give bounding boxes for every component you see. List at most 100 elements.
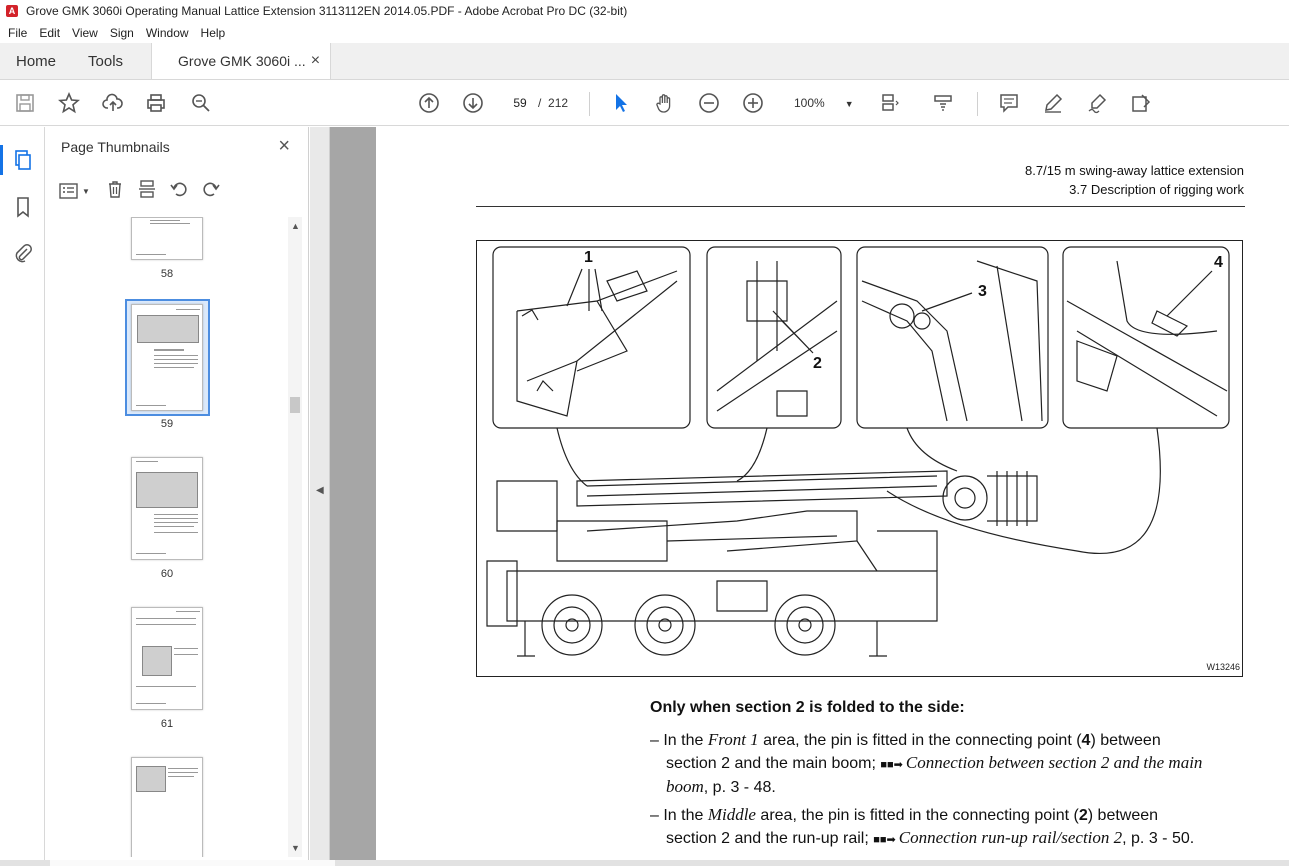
tab-tools[interactable]: Tools <box>72 43 139 79</box>
text-run: ) between <box>1087 807 1159 824</box>
menu-file[interactable]: File <box>2 26 33 40</box>
tab-home[interactable]: Home <box>0 43 72 79</box>
text-run: ) between <box>1090 732 1161 749</box>
page-thumbnails-panel: Page Thumbnails × ▼ 58 59 60 61 ▲ ▼ <box>45 127 309 866</box>
active-indicator <box>0 145 3 175</box>
zoom-search-icon[interactable] <box>188 90 214 116</box>
title-bar: A Grove GMK 3060i Operating Manual Latti… <box>0 0 1289 22</box>
page-header-section: 3.7 Description of rigging work <box>1069 182 1244 197</box>
print-icon[interactable] <box>143 90 169 116</box>
thumbnail-tools: ▼ <box>59 179 221 203</box>
left-navigation-rail <box>0 127 45 866</box>
thumbnail-page-60[interactable] <box>131 457 203 560</box>
callout-3: 3 <box>978 283 987 300</box>
list-item-middle: – In the Middle area, the pin is fitted … <box>650 804 1194 851</box>
cross-reference-link[interactable]: Connection run-up rail/section 2 <box>899 828 1122 847</box>
thumbnail-label: 59 <box>160 418 174 430</box>
menu-sign[interactable]: Sign <box>104 26 140 40</box>
fit-page-icon[interactable] <box>876 90 902 116</box>
thumbnail-label: 58 <box>160 268 174 280</box>
toolbar-divider <box>589 92 590 116</box>
pdf-page: 8.7/15 m swing-away lattice extension 3.… <box>376 127 1289 860</box>
page-reference: , p. 3 - 50. <box>1122 830 1195 847</box>
menu-bar: File Edit View Sign Window Help <box>0 22 1289 43</box>
link-arrow-icon: ■■➡ <box>880 759 906 771</box>
point-number: 2 <box>1078 807 1088 824</box>
hand-tool-icon[interactable] <box>652 90 678 116</box>
save-icon[interactable] <box>12 90 38 116</box>
cross-reference-link[interactable]: Connection between section 2 and the mai… <box>906 753 1203 772</box>
link-arrow-icon: ■■➡ <box>873 834 899 846</box>
acrobat-app-icon: A <box>6 5 18 17</box>
text-run: area, the pin is fitted in the connectin… <box>758 732 1082 749</box>
list-item-front: – In the Front 1 area, the pin is fitted… <box>650 729 1202 799</box>
zoom-level-select[interactable]: 100% ▼ <box>794 96 854 110</box>
panel-collapse-strip[interactable]: ◀ <box>310 127 330 866</box>
scroll-track-segment <box>50 860 335 866</box>
callout-1: 1 <box>584 249 593 266</box>
comment-icon[interactable] <box>996 90 1022 116</box>
rotate-right-icon[interactable] <box>201 179 221 204</box>
thumbnail-page-58[interactable] <box>131 217 203 260</box>
chevron-down-icon: ▼ <box>844 99 854 109</box>
header-rule <box>476 206 1245 207</box>
callout-2: 2 <box>813 355 822 372</box>
document-viewport[interactable]: 8.7/15 m swing-away lattice extension 3.… <box>330 127 1289 860</box>
zoom-in-icon[interactable] <box>740 90 766 116</box>
text-run: section 2 and the main boom; <box>666 755 881 772</box>
attachments-paperclip-icon[interactable] <box>10 240 36 266</box>
cross-reference-link[interactable]: boom <box>666 777 704 796</box>
page-total: / 212 <box>538 96 568 110</box>
scroll-mode-icon[interactable] <box>930 90 956 116</box>
crane-rigging-illustration: 1 2 3 4 W13246 <box>476 240 1243 677</box>
insert-page-icon[interactable] <box>137 179 157 204</box>
collapse-panel-icon[interactable]: ◀ <box>316 485 324 496</box>
zoom-level-value: 100% <box>794 96 825 110</box>
text-run: area, the pin is fitted in the connectin… <box>755 807 1079 824</box>
redact-tools-icon[interactable] <box>1128 90 1154 116</box>
tab-document[interactable]: Grove GMK 3060i ... × <box>151 43 332 79</box>
rotate-left-icon[interactable] <box>169 179 189 204</box>
scroll-thumb[interactable] <box>290 397 300 413</box>
close-icon[interactable]: × <box>278 135 290 158</box>
area-name: Middle <box>707 805 756 824</box>
bookmarks-icon[interactable] <box>10 194 36 220</box>
text-run: – In the <box>650 807 708 824</box>
thumbnail-list: 58 59 60 61 <box>45 217 288 857</box>
page-number-input[interactable]: 59 <box>505 92 535 114</box>
highlight-pen-icon[interactable] <box>1040 90 1066 116</box>
section-heading: Only when section 2 is folded to the sid… <box>650 699 965 716</box>
upload-cloud-icon[interactable] <box>100 90 126 116</box>
main-toolbar: 59 / 212 100% ▼ <box>0 80 1289 126</box>
panel-title: Page Thumbnails <box>61 139 170 155</box>
scroll-down-icon[interactable]: ▼ <box>291 843 300 853</box>
delete-trash-icon[interactable] <box>105 179 125 204</box>
menu-window[interactable]: Window <box>140 26 195 40</box>
menu-edit[interactable]: Edit <box>33 26 66 40</box>
menu-help[interactable]: Help <box>195 26 232 40</box>
page-thumbnails-icon[interactable] <box>10 147 36 173</box>
select-cursor-icon[interactable] <box>608 90 634 116</box>
tab-close-icon[interactable]: × <box>311 52 320 70</box>
thumbnail-scrollbar[interactable]: ▲ ▼ <box>288 217 302 857</box>
page-header-title: 8.7/15 m swing-away lattice extension <box>1025 163 1244 178</box>
text-run: – In the <box>650 732 708 749</box>
menu-view[interactable]: View <box>66 26 104 40</box>
previous-page-icon[interactable] <box>416 90 442 116</box>
thumbnail-page-61[interactable] <box>131 607 203 710</box>
scroll-up-icon[interactable]: ▲ <box>291 221 300 231</box>
thumbnail-label: 61 <box>160 718 174 730</box>
horizontal-scrollbar[interactable] <box>0 860 1289 866</box>
page-reference: , p. 3 - 48. <box>703 779 776 796</box>
thumbnail-page-59[interactable] <box>131 304 203 411</box>
next-page-icon[interactable] <box>460 90 486 116</box>
thumbnail-page-62[interactable] <box>131 757 203 857</box>
window-title: Grove GMK 3060i Operating Manual Lattice… <box>26 4 628 18</box>
callout-4: 4 <box>1214 254 1223 271</box>
zoom-out-icon[interactable] <box>696 90 722 116</box>
area-name: Front 1 <box>707 730 759 749</box>
tab-document-label: Grove GMK 3060i ... <box>178 53 306 69</box>
bookmark-star-icon[interactable] <box>56 90 82 116</box>
options-menu-icon[interactable]: ▼ <box>59 182 93 200</box>
sign-pen-icon[interactable] <box>1084 90 1110 116</box>
